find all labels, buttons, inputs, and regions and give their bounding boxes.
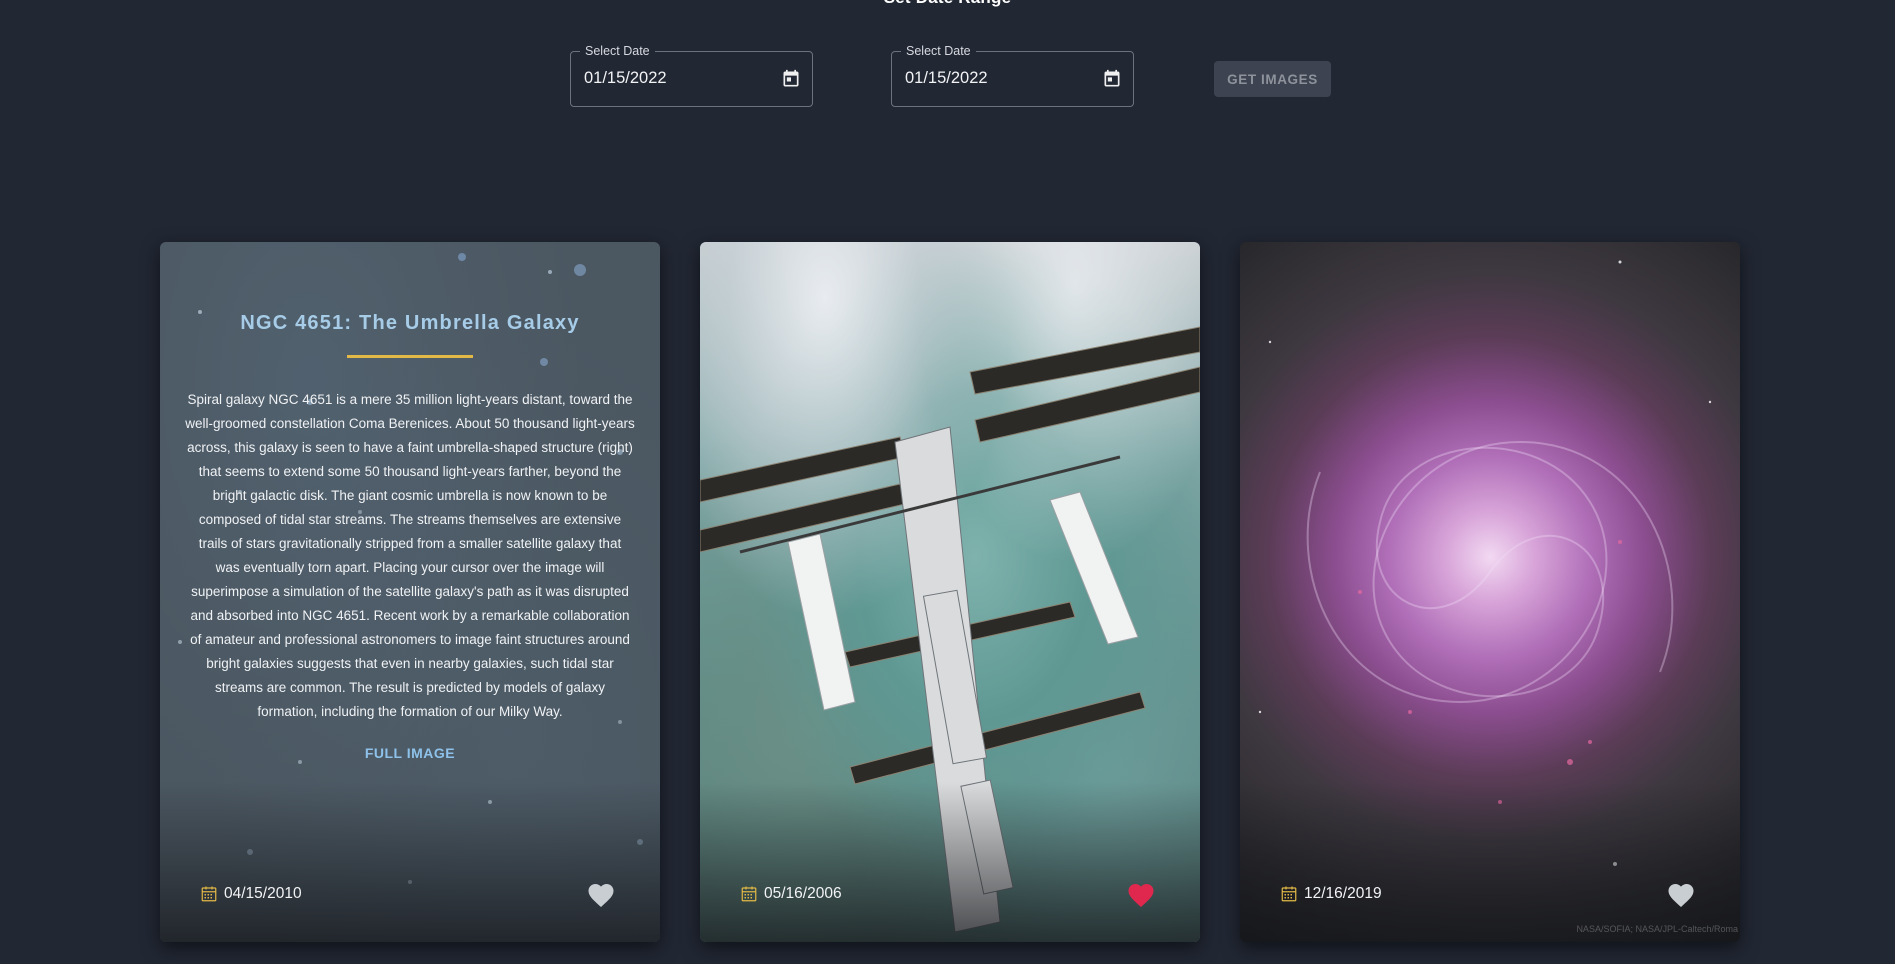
heart-icon[interactable] [586, 880, 616, 908]
card-date: 12/16/2019 [1280, 885, 1382, 903]
end-date-field[interactable]: Select Date 01/15/2022 [891, 44, 1134, 107]
card-date: 04/15/2010 [200, 885, 302, 903]
card-shade [1240, 782, 1740, 942]
end-date-label: Select Date [901, 44, 976, 58]
calendar-icon [201, 886, 217, 902]
calendar-icon [1281, 886, 1297, 902]
calendar-icon [741, 886, 757, 902]
heart-icon[interactable] [1666, 880, 1696, 908]
card-date-text: 05/16/2006 [764, 885, 842, 902]
calendar-icon[interactable] [781, 69, 801, 89]
end-date-value[interactable]: 01/15/2022 [905, 69, 988, 88]
heart-icon[interactable] [1126, 880, 1156, 908]
full-image-link[interactable]: FULL IMAGE [160, 745, 660, 761]
start-date-value[interactable]: 01/15/2022 [584, 69, 667, 88]
image-card-galaxy[interactable]: NASA/SOFIA; NASA/JPL-Caltech/Roma 12/16/… [1240, 242, 1740, 942]
title-underline [347, 355, 473, 358]
card-date: 05/16/2006 [740, 885, 842, 903]
apod-page: Set Date Range Select Date 01/15/2022 Se… [0, 0, 1895, 964]
card-date-text: 12/16/2019 [1304, 885, 1382, 902]
card-title: NGC 4651: The Umbrella Galaxy [240, 312, 580, 334]
card-date-text: 04/15/2010 [224, 885, 302, 902]
get-images-button[interactable]: GET IMAGES [1214, 61, 1331, 97]
card-shade [700, 782, 1200, 942]
card-shade [160, 782, 660, 942]
calendar-icon[interactable] [1102, 69, 1122, 89]
image-credit: NASA/SOFIA; NASA/JPL-Caltech/Roma [1576, 924, 1738, 934]
section-title: Set Date Range [0, 0, 1895, 8]
image-card-ngc4651[interactable]: NGC 4651: The Umbrella Galaxy Spiral gal… [160, 242, 660, 942]
start-date-field[interactable]: Select Date 01/15/2022 [570, 44, 813, 107]
start-date-label: Select Date [580, 44, 655, 58]
card-description: Spiral galaxy NGC 4651 is a mere 35 mill… [185, 392, 635, 719]
image-card-iss[interactable]: 05/16/2006 [700, 242, 1200, 942]
